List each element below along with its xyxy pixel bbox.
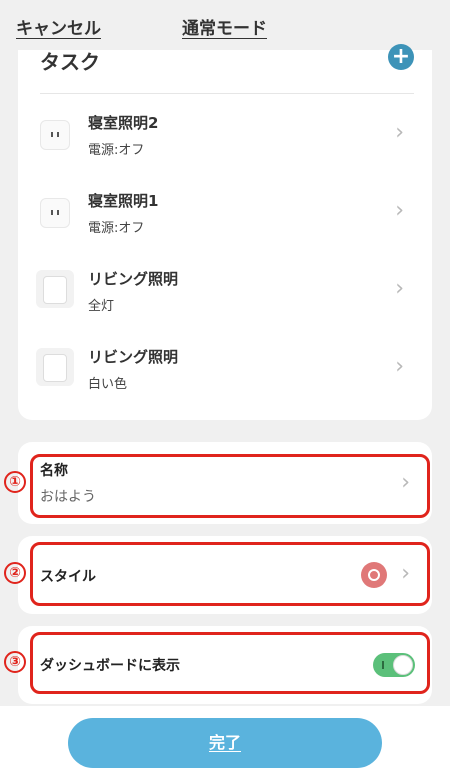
chevron-right-icon: › bbox=[395, 120, 404, 145]
task-device-status: 白い色 bbox=[88, 377, 128, 392]
chevron-right-icon: › bbox=[395, 276, 404, 301]
toggle-on-indicator bbox=[382, 661, 384, 669]
task-row-4[interactable]: リビング照明 白い色 › bbox=[36, 340, 414, 410]
task-device-name: 寝室照明1 bbox=[88, 192, 159, 210]
annotation-marker-1: ① bbox=[4, 471, 26, 493]
task-title: タスク bbox=[40, 50, 100, 74]
task-row-1[interactable]: 寝室照明2 電源:オフ › bbox=[36, 106, 414, 176]
smart-plug-icon bbox=[40, 198, 70, 228]
smart-plug-icon bbox=[40, 120, 70, 150]
annotation-marker-3: ③ bbox=[4, 651, 26, 673]
task-device-name: リビング照明 bbox=[88, 348, 179, 366]
plus-icon[interactable]: + bbox=[388, 44, 414, 70]
name-field-label: 名称 bbox=[40, 463, 68, 479]
chevron-right-icon: › bbox=[395, 198, 404, 223]
task-row-2[interactable]: 寝室照明1 電源:オフ › bbox=[36, 184, 414, 254]
top-bar: キャンセル 通常モード bbox=[0, 0, 450, 50]
chevron-right-icon: › bbox=[395, 354, 404, 379]
chevron-right-icon: › bbox=[401, 470, 410, 495]
light-switch-icon bbox=[36, 270, 74, 308]
chevron-right-icon: › bbox=[401, 561, 410, 586]
task-device-status: 電源:オフ bbox=[88, 221, 145, 236]
light-switch-icon bbox=[36, 348, 74, 386]
task-device-status: 電源:オフ bbox=[88, 143, 145, 158]
task-row-3[interactable]: リビング照明 全灯 › bbox=[36, 262, 414, 332]
annotation-marker-2: ② bbox=[4, 562, 26, 584]
dashboard-field-label: ダッシュボードに表示 bbox=[40, 658, 180, 674]
name-field-value: おはよう bbox=[40, 489, 96, 505]
done-button[interactable]: 完了 bbox=[68, 718, 382, 768]
footer-bar: 完了 bbox=[0, 706, 450, 780]
sun-style-icon bbox=[361, 562, 387, 588]
task-device-name: 寝室照明2 bbox=[88, 114, 159, 132]
style-field-label: スタイル bbox=[40, 569, 96, 585]
task-header: タスク + bbox=[40, 44, 414, 94]
dashboard-toggle[interactable] bbox=[373, 653, 415, 677]
task-device-status: 全灯 bbox=[88, 299, 115, 314]
done-button-label: 完了 bbox=[208, 733, 241, 752]
task-card: タスク + 寝室照明2 電源:オフ › 寝室照明1 電源:オフ › リビング照明… bbox=[18, 44, 432, 420]
cancel-button[interactable]: キャンセル bbox=[16, 14, 101, 39]
page-title: 通常モード bbox=[182, 19, 267, 39]
task-device-name: リビング照明 bbox=[88, 270, 179, 288]
toggle-knob bbox=[393, 655, 413, 675]
